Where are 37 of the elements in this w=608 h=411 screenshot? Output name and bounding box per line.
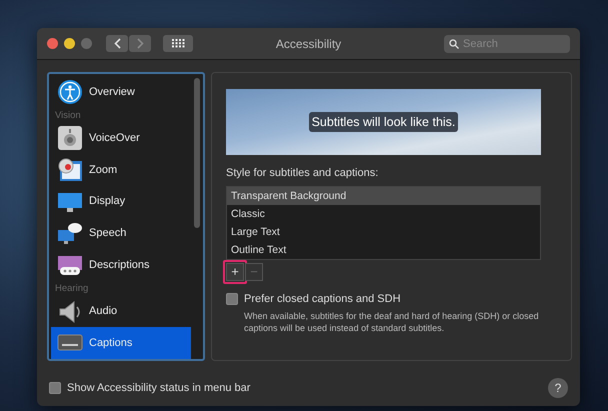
window-title: Accessibility [276,36,342,50]
chevron-right-icon [136,38,144,49]
minimize-button[interactable] [64,38,75,49]
speech-bubble-icon [57,220,83,246]
checkbox[interactable] [49,382,61,394]
grid-icon [172,39,184,48]
style-option[interactable]: Transparent Background [227,186,540,204]
checkbox[interactable] [226,293,238,306]
close-button[interactable] [47,38,58,49]
zoom-button[interactable] [81,38,92,49]
sidebar-item[interactable]: VoiceOver [51,122,191,154]
checkbox-label: Prefer closed captions and SDH [244,292,401,307]
back-button[interactable] [106,35,128,52]
sidebar-item[interactable]: Display [51,186,191,218]
magnifier-window-icon [57,157,83,184]
speaker-dial-icon [57,125,83,152]
section-header: Vision [54,108,82,123]
chevron-left-icon [114,38,120,49]
show-all-button[interactable] [163,35,193,52]
section-header: Hearing [54,282,90,296]
sidebar-item[interactable]: Zoom [51,154,191,186]
checkbox-label: Show Accessibility status in menu bar [67,380,250,396]
sidebar-item[interactable]: Captions [51,327,191,359]
scrollbar-thumb[interactable] [194,78,200,228]
sidebar-item[interactable]: Speech [51,218,191,250]
sidebar-item[interactable]: Descriptions [51,249,191,281]
sidebar-item[interactable]: Overview [51,76,191,108]
style-option[interactable]: Classic [227,204,540,222]
style-option[interactable]: Outline Text [227,240,540,258]
style-option[interactable]: Large Text [227,222,540,240]
subtitle-sample: Subtitles will look like this. [308,112,458,132]
sidebar-item[interactable]: Audio [51,296,191,328]
description-text: When available, subtitles for the deaf and hard of hearing (SDH) or closed captions will be used instead of standard subtitles. [243,310,540,335]
style-label: Style for subtitles and captions: [226,166,380,181]
add-button[interactable]: + [226,262,244,280]
accessibility-icon [57,78,83,105]
help-button[interactable]: ? [548,378,568,398]
